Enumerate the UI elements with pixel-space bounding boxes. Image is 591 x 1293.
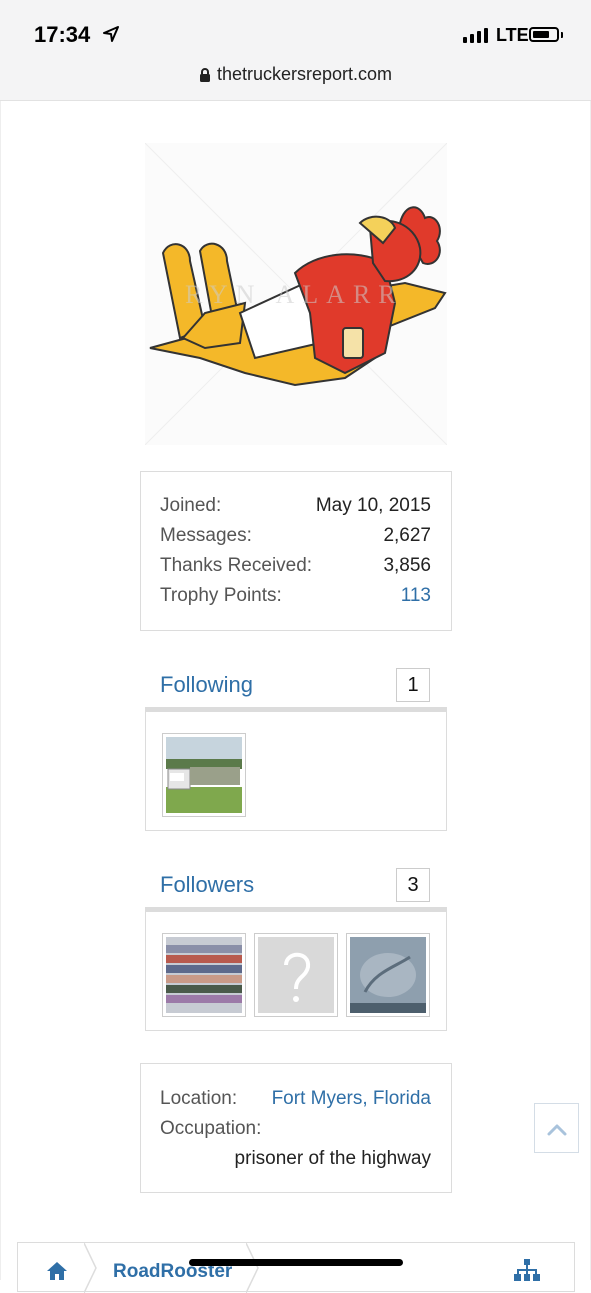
following-list [145,707,447,831]
stat-label: Trophy Points: [160,585,282,606]
stat-trophy-points: Trophy Points: 113 [160,585,431,615]
occupation-label: Occupation: [160,1118,262,1139]
following-user-avatar[interactable] [162,733,246,817]
stat-value: May 10, 2015 [315,495,431,516]
follower-user-avatar[interactable] [346,933,430,1017]
address-bar[interactable]: thetruckersreport.com [0,64,591,85]
breadcrumb: RoadRooster [17,1242,575,1293]
stat-messages: Messages: 2,627 [160,525,431,555]
occupation-value: prisoner of the highway [234,1148,431,1169]
stat-thanks: Thanks Received: 3,856 [160,555,431,585]
profile-avatar[interactable]: RYN ALARR [144,142,448,446]
followers-count: 3 [396,868,430,902]
stat-joined: Joined: May 10, 2015 [160,495,431,525]
battery-icon [529,27,559,42]
sitemap-icon[interactable] [514,1259,540,1281]
network-label: LTE [496,25,529,45]
stat-value: 3,856 [383,555,431,576]
follower-user-avatar[interactable] [162,933,246,1017]
url-text: thetruckersreport.com [216,64,393,84]
location-arrow-icon [103,26,119,42]
stat-label: Messages: [160,525,252,546]
following-heading[interactable]: Following [160,672,253,698]
truck-photo [166,737,242,813]
status-time: 17:34 [34,22,91,47]
signal-icon [463,28,488,43]
abstract-photo [350,937,426,1013]
followers-list [145,907,447,1031]
rooster-image: RYN ALARR [144,142,448,446]
followers-heading[interactable]: Followers [160,872,254,898]
default-avatar-icon [258,937,334,1013]
home-indicator[interactable] [189,1259,403,1266]
breadcrumb-separator [84,1243,97,1293]
chevron-up-icon [547,1124,567,1136]
towels-photo [166,937,242,1013]
avatar-watermark: RYN ALARR [185,280,404,309]
home-icon[interactable] [46,1261,68,1281]
location-link[interactable]: Fort Myers, Florida [272,1088,431,1110]
trophy-points-link[interactable]: 113 [401,585,431,607]
stat-label: Thanks Received: [160,555,313,576]
browser-status-bar: 17:34 LTE thetruckersreport.com [0,0,591,101]
scroll-to-top-button[interactable] [534,1103,579,1153]
following-count: 1 [396,668,430,702]
follower-user-avatar[interactable] [254,933,338,1017]
stat-value: 2,627 [383,525,431,546]
profile-stats: Joined: May 10, 2015 Messages: 2,627 Tha… [140,471,452,631]
lock-icon [199,67,210,82]
stat-label: Joined: [160,495,222,516]
breadcrumb-separator [246,1243,259,1293]
location-label: Location: [160,1088,238,1109]
profile-info: Location: Fort Myers, Florida Occupation… [140,1063,452,1193]
